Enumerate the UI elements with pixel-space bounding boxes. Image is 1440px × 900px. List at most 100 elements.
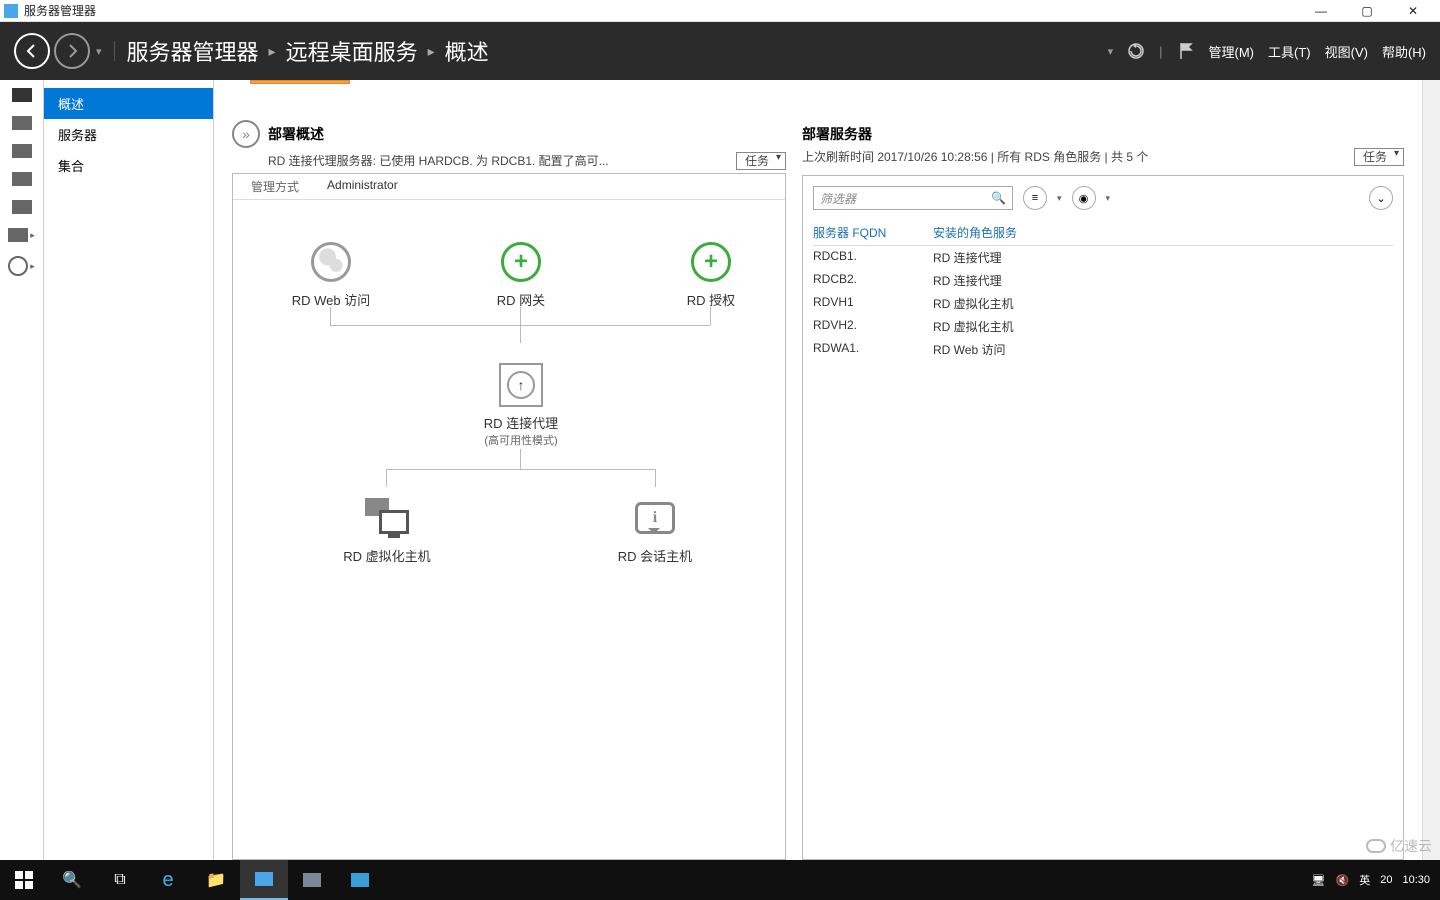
ime-indicator[interactable]: 英 [1359,872,1370,888]
close-button[interactable]: ✕ [1390,0,1436,22]
deployment-title: 部署概述 [268,124,324,144]
header-right: ▾ | 管理(M) 工具(T) 视图(V) 帮助(H) [1108,42,1426,61]
deployment-tasks-button[interactable]: 任务 [736,152,786,170]
col-fqdn[interactable]: 服务器 FQDN [813,224,933,241]
menu-help[interactable]: 帮助(H) [1382,42,1426,61]
clock-time: 10:30 [1402,874,1430,886]
node-label: RD 授权 [641,290,781,309]
chevron-down-icon: ▾ [1057,193,1062,204]
servers-toolbar: 筛选器 🔍 ≡ ▾ ◉ ▾ ⌄ [813,186,1393,210]
refresh-dropdown-icon[interactable]: ▾ [1108,45,1114,58]
connector-line [655,469,656,487]
node-label: RD 虚拟化主机 [317,546,457,565]
servers-header: 部署服务器 [802,124,1404,144]
window-title: 服务器管理器 [24,2,1298,19]
maximize-button[interactable]: ▢ [1344,0,1390,22]
window-titlebar: 服务器管理器 — ▢ ✕ [0,0,1440,22]
node-label: RD 会话主机 [585,546,725,565]
task-view-button[interactable]: ⧉ [96,860,144,900]
deployment-diagram: RD Web 访问 + RD 网关 + RD 授权 ↑ RD 连接代理 (高可用… [233,200,785,720]
chevron-right-icon: ▸ [30,230,35,241]
tab-manage-as[interactable]: 管理方式 [233,174,317,199]
cell-role: RD 连接代理 [933,272,1002,289]
deployment-tabs: 管理方式 Administrator [233,174,785,200]
rail-dashboard-icon[interactable] [12,88,32,102]
rail-iis-icon[interactable] [12,200,32,214]
crumb-server-manager[interactable]: 服务器管理器 [127,35,259,67]
node-rd-connection-broker[interactable]: ↑ RD 连接代理 (高可用性模式) [451,363,591,448]
rail-item-icon[interactable] [8,228,28,242]
vertical-scrollbar[interactable] [1422,80,1440,860]
watermark-text: 亿速云 [1390,836,1432,856]
search-icon[interactable]: 🔍 [991,191,1006,205]
taskbar-app-2[interactable] [336,860,384,900]
crumb-overview[interactable]: 概述 [445,35,489,67]
node-rd-virtualization-host[interactable]: RD 虚拟化主机 [317,496,457,565]
node-rd-licensing[interactable]: + RD 授权 [641,240,781,309]
table-row[interactable]: RDWA1.RD Web 访问 [813,338,1393,361]
taskbar-clock[interactable]: 10:30 [1402,874,1430,886]
info-banner[interactable]: 了解详细信息 [250,80,350,84]
grid-header: 服务器 FQDN 安装的角色服务 [813,220,1393,246]
table-row[interactable]: RDCB1.RD 连接代理 [813,246,1393,269]
nav-back-button[interactable] [14,33,50,69]
nav-item-servers[interactable]: 服务器 [44,119,213,150]
volume-icon[interactable]: 🔇 [1336,874,1350,887]
node-label: RD 连接代理 [451,413,591,432]
cell-role: RD 连接代理 [933,249,1002,266]
rail-all-servers-icon[interactable] [12,144,32,158]
network-icon[interactable]: 🖥 [1312,874,1326,887]
menu-tools[interactable]: 工具(T) [1268,42,1311,61]
search-button[interactable]: 🔍 [48,860,96,900]
menu-manage[interactable]: 管理(M) [1209,42,1255,61]
ie-button[interactable]: e [144,860,192,900]
table-row[interactable]: RDCB2.RD 连接代理 [813,269,1393,292]
menu-view[interactable]: 视图(V) [1325,42,1368,61]
rail-rds-icon[interactable] [8,256,28,276]
chevron-right-icon: ▸ [269,43,276,60]
flag-icon[interactable] [1177,42,1195,60]
node-rd-gateway[interactable]: + RD 网关 [451,240,591,309]
windows-taskbar: 🔍 ⧉ e 📁 🖥 🔇 英 20 10:30 [0,860,1440,900]
crumb-rds[interactable]: 远程桌面服务 [286,35,418,67]
table-row[interactable]: RDVH2.RD 虚拟化主机 [813,315,1393,338]
rail-local-server-icon[interactable] [12,116,32,130]
servers-tasks-button[interactable]: 任务 [1354,148,1404,166]
deployment-sub-text: RD 连接代理服务器: 已使用 HARDCB. 为 RDCB1. 配置了高可..… [268,152,609,169]
deployment-column: 了解详细信息 » 部署概述 RD 连接代理服务器: 已使用 HARDCB. 为 … [214,80,794,860]
node-rd-session-host[interactable]: i RD 会话主机 [585,496,725,565]
expand-button[interactable]: ⌄ [1369,186,1393,210]
col-role[interactable]: 安装的角色服务 [933,224,1017,241]
spacer [802,80,1404,124]
explorer-button[interactable]: 📁 [192,860,240,900]
collapse-icon[interactable]: » [232,120,260,148]
chevron-down-icon: ▾ [1106,193,1111,204]
cell-fqdn: RDVH1 [813,295,933,312]
system-tray: 🖥 🔇 英 20 10:30 [1312,872,1440,888]
deployment-subline: RD 连接代理服务器: 已使用 HARDCB. 为 RDCB1. 配置了高可..… [268,152,786,169]
nav-forward-button[interactable] [54,33,90,69]
taskbar-app-1[interactable] [288,860,336,900]
view-options-button[interactable]: ≡ [1023,186,1047,210]
connector-line [330,307,331,325]
refresh-icon[interactable] [1127,42,1145,60]
chat-icon: i [635,502,675,534]
filter-input[interactable]: 筛选器 🔍 [813,186,1013,210]
servers-sub-text: 上次刷新时间 2017/10/26 10:28:56 | 所有 RDS 角色服务… [802,148,1148,165]
nav-dropdown-icon[interactable]: ▾ [96,45,102,58]
globe-icon [311,242,351,282]
nav-pane: 概述 服务器 集合 [44,80,214,860]
cell-role: RD 虚拟化主机 [933,318,1014,335]
server-manager-taskbar-button[interactable] [240,860,288,900]
table-row[interactable]: RDVH1RD 虚拟化主机 [813,292,1393,315]
body: ▸ ▸ 概述 服务器 集合 了解详细信息 » 部署概述 RD 连接代理服务器: … [0,80,1440,860]
minimize-button[interactable]: — [1298,0,1344,22]
nav-item-collections[interactable]: 集合 [44,150,213,181]
servers-subline: 上次刷新时间 2017/10/26 10:28:56 | 所有 RDS 角色服务… [802,148,1404,165]
node-rd-web-access[interactable]: RD Web 访问 [261,240,401,309]
icon-rail: ▸ ▸ [0,80,44,860]
nav-item-overview[interactable]: 概述 [44,88,213,119]
rail-file-services-icon[interactable] [12,172,32,186]
start-button[interactable] [0,860,48,900]
save-query-button[interactable]: ◉ [1072,186,1096,210]
